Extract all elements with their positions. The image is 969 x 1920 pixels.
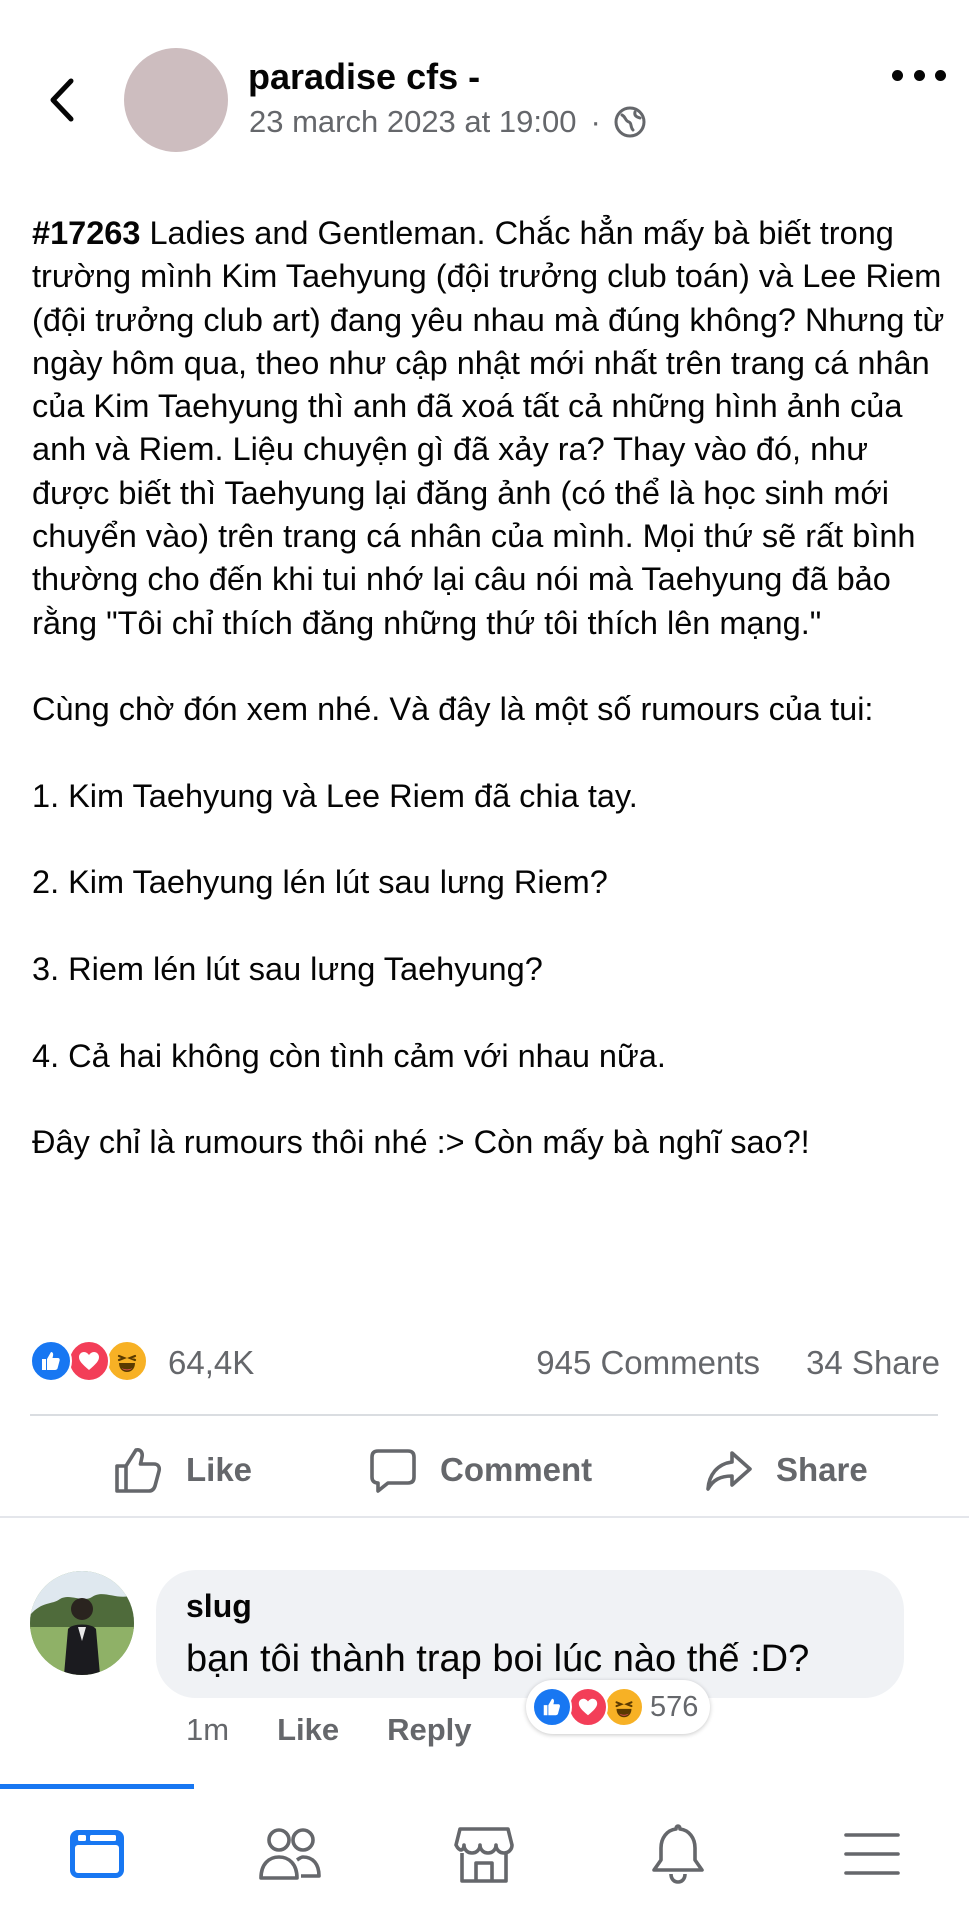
post-paragraph: #17263 Ladies and Gentleman. Chắc hẳn mấ… [32,212,952,645]
nav-friends[interactable] [250,1814,330,1894]
divider [30,1414,938,1416]
comment-time: 1m [186,1712,230,1747]
back-button[interactable] [40,70,84,130]
reaction-icons[interactable] [30,1340,148,1382]
post-paragraph: Cùng chờ đón xem nhé. Và đây là một số r… [32,691,874,728]
commenter-photo [30,1571,134,1675]
post-actions: Like Comment Share [0,1430,969,1510]
post-text: #17263 Ladies and Gentleman. Chắc hẳn mấ… [32,212,952,1208]
post-hashtag[interactable]: #17263 [32,215,140,251]
reactions-count[interactable]: 64,4K [168,1344,254,1382]
page-avatar[interactable] [124,48,228,152]
more-horizontal-icon [892,69,903,81]
nav-menu[interactable] [832,1814,912,1894]
meta-separator: · [590,104,601,139]
nav-feed[interactable] [57,1814,137,1894]
page-name[interactable]: paradise cfs - [248,56,480,98]
like-reaction-icon [30,1340,72,1382]
comment-bubble-icon [370,1449,416,1493]
share-button-label: Share [776,1451,868,1488]
post-meta: 23 march 2023 at 19:00 · [249,104,647,140]
friends-icon [259,1828,321,1880]
post-paragraph-text: Ladies and Gentleman. Chắc hẳn mấy bà bi… [32,215,945,641]
post-header: paradise cfs - 23 march 2023 at 19:00 · [0,0,969,180]
active-tab-indicator [0,1784,194,1789]
more-dot [935,69,946,81]
comment-reply-link[interactable]: Reply [387,1712,471,1748]
feed-icon [70,1830,124,1878]
bottom-nav [0,1784,969,1920]
comments-count[interactable]: 945 Comments [536,1344,760,1382]
post-paragraph: 3. Riem lén lút sau lưng Taehyung? [32,951,543,988]
bell-icon [652,1824,704,1884]
marketplace-icon [454,1827,514,1883]
comment-button[interactable]: Comment [368,1430,592,1510]
like-button-label: Like [186,1451,253,1488]
post-timestamp[interactable]: 23 march 2023 at 19:00 [249,104,576,140]
share-arrow-icon [706,1451,752,1491]
like-reaction-icon [532,1687,572,1727]
post-paragraph: 1. Kim Taehyung và Lee Riem đã chia tay. [32,777,638,814]
post-stats: 64,4K 945 Comments 34 Share [30,1340,940,1390]
comment-reactions[interactable]: 576 [526,1680,711,1734]
post-paragraph: 4. Cả hai không còn tình cảm với nhau nữ… [32,1037,666,1074]
like-button[interactable]: Like [112,1430,252,1510]
shares-count[interactable]: 34 Share [806,1344,940,1382]
share-button[interactable]: Share [704,1430,868,1510]
thumbs-up-icon [115,1448,162,1493]
post-paragraph: 2. Kim Taehyung lén lút sau lưng Riem? [32,864,608,901]
chevron-left-icon [50,78,74,122]
comment-bubble: slug bạn tôi thành trap boi lúc nào thế … [156,1570,904,1698]
comment-reactions-count: 576 [650,1690,699,1723]
haha-reaction-icon [604,1687,644,1727]
love-reaction-icon [68,1340,110,1382]
commenter-avatar[interactable] [30,1571,134,1675]
comment-like-link[interactable]: Like [277,1712,339,1748]
nav-marketplace[interactable] [444,1814,524,1894]
love-reaction-icon [568,1687,608,1727]
comment-text: bạn tôi thành trap boi lúc nào thế :D? [186,1638,810,1680]
section-separator [0,1516,969,1518]
menu-icon [844,1833,900,1875]
globe-icon [614,106,646,138]
more-dot [913,69,925,81]
more-options-button[interactable] [892,60,946,90]
commenter-name[interactable]: slug [186,1588,252,1625]
post-paragraph: Đây chỉ là rumours thôi nhé :> Còn mấy b… [32,1124,810,1161]
nav-notifications[interactable] [638,1814,718,1894]
haha-reaction-icon [106,1340,148,1382]
comment-button-label: Comment [440,1451,593,1488]
comment-meta: 1m Like Reply [186,1712,472,1748]
